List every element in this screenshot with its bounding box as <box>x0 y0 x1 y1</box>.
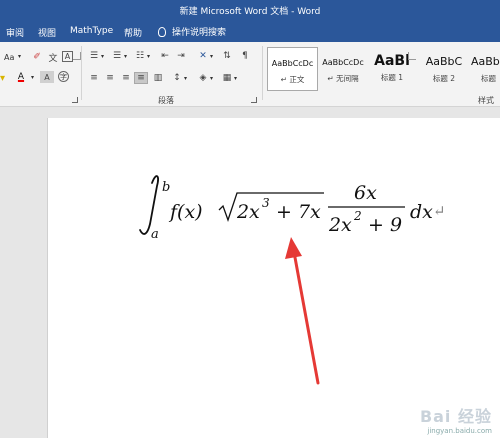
equation-object[interactable]: b a f(x) 2 x 3 + 7x 6x 2 x 2 + 9 dx ↵ <box>0 0 500 438</box>
denominator-coefficient: 2 <box>328 214 341 236</box>
fraction-numerator: 6x <box>354 182 377 204</box>
radicand-coefficient: 2 <box>236 201 249 223</box>
annotation-arrow <box>285 237 320 385</box>
radicand-rest: + 7x <box>276 201 321 223</box>
paragraph-mark: ↵ <box>433 202 446 220</box>
watermark-url: jingyan.baidu.com <box>427 427 492 435</box>
radicand-variable: x <box>249 201 260 223</box>
denominator-exponent: 2 <box>353 209 362 223</box>
integral-sign <box>139 175 159 235</box>
radicand-exponent: 3 <box>262 196 270 210</box>
differential: dx <box>410 201 433 223</box>
denominator-rest: + 9 <box>368 214 402 236</box>
integral-upper-limit: b <box>162 180 170 195</box>
integral-lower-limit: a <box>151 227 159 242</box>
watermark: Bai 经验 jingyan.baidu.com <box>420 403 492 435</box>
denominator-variable: x <box>341 214 352 236</box>
function-term: f(x) <box>168 201 203 223</box>
watermark-logo: Bai 经验 <box>419 407 492 426</box>
